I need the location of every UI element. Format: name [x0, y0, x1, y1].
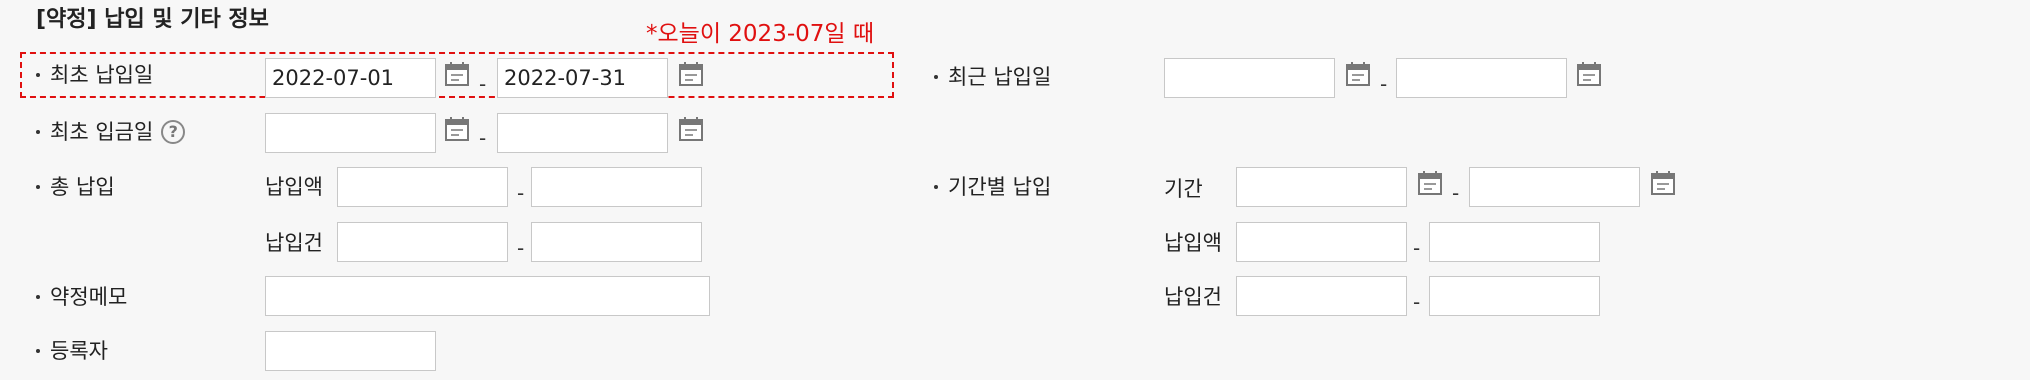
- payment-info-section: [약정] 납입 및 기타 정보 *오늘이 2023-07일 때 최초 납입일 -…: [0, 0, 2030, 380]
- period-from-input[interactable]: [1236, 167, 1407, 207]
- pledge-memo-input[interactable]: [265, 276, 710, 316]
- first-deposit-date-to-input[interactable]: [497, 113, 668, 153]
- first-payment-date-from-input[interactable]: [265, 58, 436, 98]
- range-separator: -: [517, 181, 525, 205]
- total-count-to-input[interactable]: [531, 222, 702, 262]
- first-payment-date-label: 최초 납입일: [36, 60, 153, 90]
- bullet-dot: [36, 349, 40, 353]
- period-count-from-input[interactable]: [1236, 276, 1407, 316]
- period-amount-from-input[interactable]: [1236, 222, 1407, 262]
- range-separator: -: [1380, 72, 1388, 96]
- calendar-icon[interactable]: [444, 61, 470, 91]
- calendar-icon[interactable]: [1417, 170, 1443, 200]
- calendar-icon[interactable]: [444, 116, 470, 146]
- today-note: *오늘이 2023-07일 때: [646, 21, 875, 47]
- total-payment-label: 총 납입: [36, 172, 115, 202]
- total-count-from-input[interactable]: [337, 222, 508, 262]
- calendar-icon[interactable]: [678, 116, 704, 146]
- recent-payment-date-label: 최근 납입일: [934, 62, 1051, 92]
- total-count-label: 납입건: [265, 231, 323, 255]
- total-amount-to-input[interactable]: [531, 167, 702, 207]
- total-amount-label: 납입액: [265, 175, 323, 199]
- bullet-dot: [934, 185, 938, 189]
- period-amount-label: 납입액: [1164, 231, 1222, 255]
- range-separator: -: [479, 72, 487, 96]
- calendar-icon[interactable]: [1576, 61, 1602, 91]
- range-separator: -: [1413, 290, 1421, 314]
- registrant-input[interactable]: [265, 331, 436, 371]
- bullet-dot: [36, 185, 40, 189]
- period-payment-label: 기간별 납입: [934, 172, 1051, 202]
- total-amount-from-input[interactable]: [337, 167, 508, 207]
- section-title: [약정] 납입 및 기타 정보: [36, 7, 269, 32]
- period-label: 기간: [1164, 177, 1203, 201]
- calendar-icon[interactable]: [1345, 61, 1371, 91]
- first-deposit-date-label: 최초 입금일 ?: [36, 117, 186, 147]
- period-amount-to-input[interactable]: [1429, 222, 1600, 262]
- registrant-label: 등록자: [36, 336, 108, 366]
- range-separator: -: [479, 126, 487, 150]
- recent-payment-date-from-input[interactable]: [1164, 58, 1335, 98]
- help-icon[interactable]: ?: [161, 120, 186, 144]
- bullet-dot: [36, 130, 40, 134]
- calendar-icon[interactable]: [1650, 170, 1676, 200]
- period-count-to-input[interactable]: [1429, 276, 1600, 316]
- bullet-dot: [36, 295, 40, 299]
- first-deposit-date-from-input[interactable]: [265, 113, 436, 153]
- bullet-dot: [36, 73, 40, 77]
- period-to-input[interactable]: [1469, 167, 1640, 207]
- recent-payment-date-to-input[interactable]: [1396, 58, 1567, 98]
- period-count-label: 납입건: [1164, 285, 1222, 309]
- bullet-dot: [934, 75, 938, 79]
- range-separator: -: [1452, 181, 1460, 205]
- pledge-memo-label: 약정메모: [36, 282, 127, 312]
- first-payment-date-to-input[interactable]: [497, 58, 668, 98]
- range-separator: -: [1413, 236, 1421, 260]
- calendar-icon[interactable]: [678, 61, 704, 91]
- range-separator: -: [517, 236, 525, 260]
